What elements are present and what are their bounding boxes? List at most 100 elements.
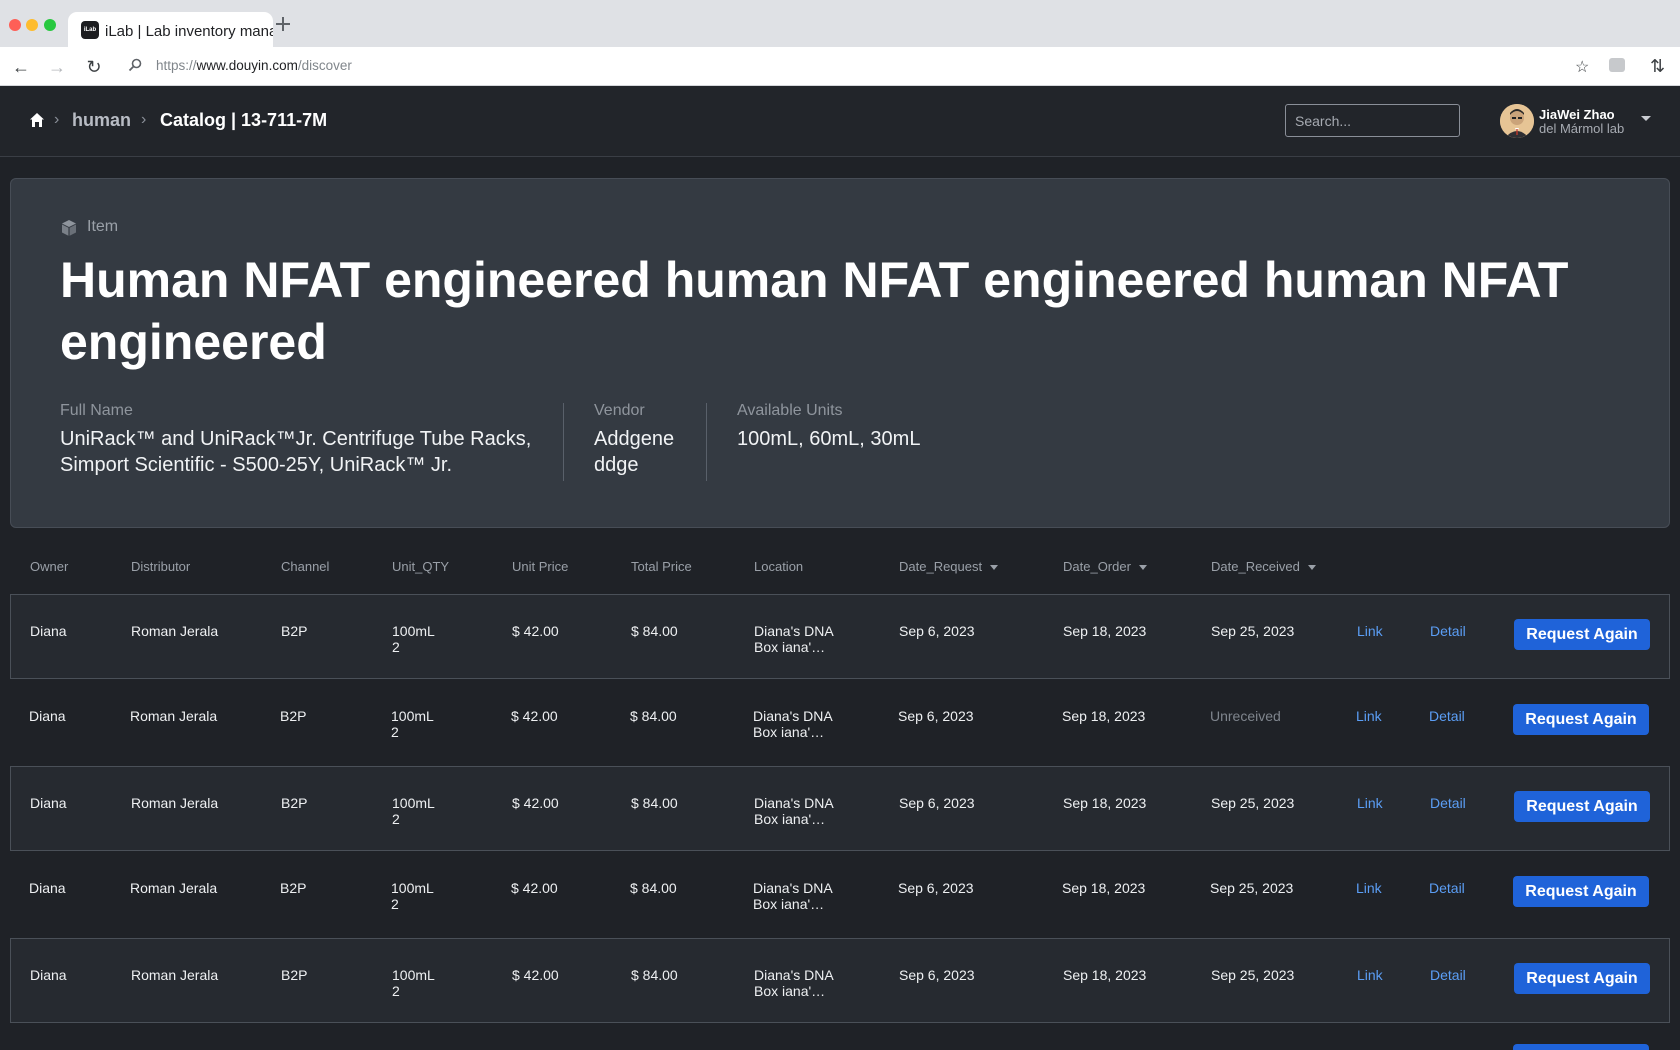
detail-link[interactable]: Detail [1429,708,1465,724]
breadcrumb-item-catalog: Catalog | 13-711-7M [160,110,328,130]
link-link[interactable]: Link [1357,795,1383,811]
available-units-field: Available Units 100mL, 60mL, 30mL [737,402,1037,452]
browser-toolbar: ← → ↻ https://www.douyin.com/discover [0,47,1680,86]
item-summary-card: Item Human NFAT engineered human NFAT en… [10,178,1670,528]
channel-cell: B2P [280,708,307,724]
detail-link[interactable]: Detail [1430,967,1466,983]
channel-cell: B2P [280,880,307,896]
vendor-field: Vendor Addgene ddge [594,402,694,478]
column-header-channel: Channel [281,559,330,574]
unit-qty-cell: 100mL 2 [392,795,435,827]
total-price-cell: $ 84.00 [631,967,678,983]
distributor-cell: Roman Jerala [130,880,218,896]
full-name-value: UniRack™ and UniRack™Jr. Centrifuge Tube… [60,428,532,476]
field-divider [563,403,564,481]
distributor-cell: Roman Jerala [131,967,219,983]
detail-link[interactable]: Detail [1430,795,1466,811]
date-order-cell: Sep 18, 2023 [1063,967,1147,983]
unit-price-cell: $ 42.00 [512,795,559,811]
avatar[interactable] [1500,104,1534,138]
field-divider [706,403,707,481]
forward-arrow-icon[interactable]: → [48,58,66,76]
vendor-value: Addgene ddge [594,428,675,476]
search-input[interactable] [1285,104,1460,137]
browser-tab-bar: iLab iLab | Lab inventory mana [0,0,1680,47]
browser-tab[interactable]: iLab iLab | Lab inventory mana [68,12,273,47]
location-cell: Diana's DNA Box iana'… [753,880,833,912]
unit-price-cell: $ 42.00 [511,880,558,896]
date-received-cell: Sep 25, 2023 [1211,795,1295,811]
owner-cell: Diana [29,880,66,896]
unit-price-cell: $ 42.00 [512,967,559,983]
link-link[interactable]: Link [1356,880,1382,896]
column-header-location: Location [754,559,804,574]
extension-icon[interactable] [1609,58,1625,72]
browser-menu-icon[interactable]: ⇅ [1650,56,1665,77]
chevron-down-icon[interactable] [1641,116,1651,121]
request-again-button-partial[interactable] [1513,1044,1649,1050]
home-icon[interactable] [29,112,45,128]
back-arrow-icon[interactable]: ← [12,58,30,76]
column-header-unit-qty: Unit_QTY [392,559,450,574]
full-name-label: Full Name [60,402,133,419]
owner-cell: Diana [30,967,67,983]
distributor-cell: Roman Jerala [131,795,219,811]
window-maximize-button[interactable] [44,19,56,31]
unit-price-cell: $ 42.00 [511,708,558,724]
detail-link[interactable]: Detail [1430,623,1466,639]
link-link[interactable]: Link [1356,708,1382,724]
app-header: › human › Catalog | 13-711-7M JiaWei Zha… [0,86,1680,157]
channel-cell: B2P [281,623,308,639]
table-row: Diana Roman Jerala B2P 100mL 2 $ 42.00 $ … [10,852,1670,937]
breadcrumb-item-human[interactable]: human [72,110,131,131]
sort-caret-icon [1138,565,1147,571]
date-received-cell: Sep 25, 2023 [1211,623,1295,639]
channel-cell: B2P [281,967,308,983]
request-again-button[interactable]: Request Again [1513,704,1649,735]
date-request-cell: Sep 6, 2023 [899,795,975,811]
item-title: Human NFAT engineered human NFAT enginee… [60,252,1569,370]
date-received-cell: Sep 25, 2023 [1211,967,1295,983]
total-price-cell: $ 84.00 [631,795,678,811]
bookmark-star-icon[interactable]: ☆ [1575,57,1589,77]
owner-cell: Diana [30,623,67,639]
ilab-favicon-icon: iLab [81,21,99,39]
address-bar[interactable]: https://www.douyin.com/discover [118,52,1618,80]
location-cell: Diana's DNA Box iana'… [754,967,834,999]
table-row: Diana Roman Jerala B2P 100mL 2 $ 42.00 $ … [10,594,1670,679]
column-header-date-received[interactable]: Date_Received [1211,559,1316,574]
column-header-date-request[interactable]: Date_Request [899,559,999,574]
column-header-distributor: Distributor [131,559,191,574]
reload-icon[interactable]: ↻ [85,58,103,76]
date-order-cell: Sep 18, 2023 [1063,623,1147,639]
window-close-button[interactable] [9,19,21,31]
user-name[interactable]: JiaWei Zhao [1539,107,1615,122]
total-price-cell: $ 84.00 [631,623,678,639]
date-order-cell: Sep 18, 2023 [1062,708,1146,724]
table-row: Diana Roman Jerala B2P 100mL 2 $ 42.00 $ … [10,766,1670,851]
request-again-button[interactable]: Request Again [1514,963,1650,994]
user-lab: del Mármol lab [1539,121,1625,136]
request-again-button[interactable]: Request Again [1514,619,1650,650]
new-tab-plus-icon[interactable] [276,17,290,31]
window-minimize-button[interactable] [26,19,38,31]
link-link[interactable]: Link [1357,967,1383,983]
unit-qty-cell: 100mL 2 [392,623,435,655]
request-again-button[interactable]: Request Again [1514,791,1650,822]
detail-link[interactable]: Detail [1429,880,1465,896]
location-cell: Diana's DNA Box iana'… [753,708,833,740]
unit-qty-cell: 100mL 2 [391,880,434,912]
link-link[interactable]: Link [1357,623,1383,639]
column-header-owner: Owner [30,559,69,574]
unit-qty-cell: 100mL 2 [391,708,434,740]
chevron-right-icon: › [54,111,60,128]
sort-caret-icon [1307,565,1316,571]
tab-title: iLab | Lab inventory mana [105,23,273,40]
chevron-right-icon: › [141,111,147,128]
column-header-total-price: Total Price [631,559,692,574]
column-header-date-order[interactable]: Date_Order [1063,559,1147,574]
date-request-cell: Sep 6, 2023 [898,708,974,724]
date-order-cell: Sep 18, 2023 [1063,795,1147,811]
location-cell: Diana's DNA Box iana'… [754,623,834,655]
request-again-button[interactable]: Request Again [1513,876,1649,907]
